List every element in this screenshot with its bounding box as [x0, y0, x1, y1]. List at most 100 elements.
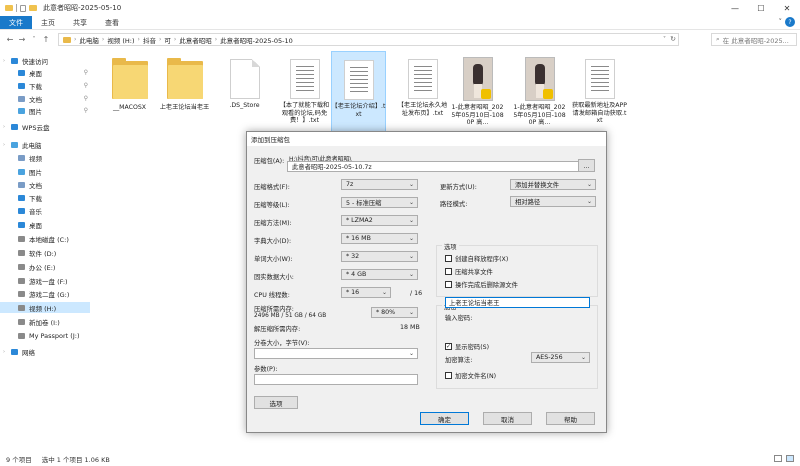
sidebar-item[interactable]: › 此电脑: [0, 139, 90, 150]
sidebar-item[interactable]: › 网络: [0, 346, 90, 357]
file-name: 1-此意者昭昭_2025年05月10日-1080P 高...: [451, 104, 504, 126]
show-password-checkbox[interactable]: ✓ 显示密码(S): [445, 342, 489, 351]
sidebar-item[interactable]: 桌面 ⚲: [0, 67, 90, 78]
sidebar-item[interactable]: 图片 ⚲: [0, 105, 90, 116]
file-item[interactable]: 上老王论坛当老王: [157, 51, 212, 133]
file-item[interactable]: .DS_Store: [217, 51, 272, 133]
cpu-threads-value: * 16: [346, 289, 360, 296]
archive-name-combo[interactable]: 此意者昭昭-2025-05-10.7z ⌄: [287, 161, 589, 172]
help-icon[interactable]: ?: [785, 17, 795, 27]
sidebar-item[interactable]: 办公 (E:): [0, 261, 90, 272]
chevron-right-icon[interactable]: ›: [3, 124, 11, 130]
chevron-down-icon[interactable]: ˅: [663, 36, 666, 43]
breadcrumb-item[interactable]: 此意者昭昭-2025-05-10: [220, 35, 293, 45]
sidebar-item[interactable]: 本地磁盘 (C:): [0, 233, 90, 244]
tab-home[interactable]: 主页: [32, 16, 64, 29]
format-select[interactable]: 7z ⌄: [341, 179, 418, 190]
options-button[interactable]: 选项: [254, 396, 298, 409]
params-input[interactable]: [254, 374, 418, 385]
sidebar-item[interactable]: 视频: [0, 152, 90, 163]
expand-ribbon-icon[interactable]: ˅: [779, 18, 783, 26]
breadcrumb-item[interactable]: 视频 (H:): [107, 35, 134, 45]
file-item[interactable]: 【本了就能下载和观看的论坛,码免费！】.txt: [277, 51, 332, 133]
level-label: 压缩等级(L):: [254, 202, 290, 209]
file-item[interactable]: 1-此意者昭昭_2025年05月10日-1080P 高...: [512, 51, 567, 133]
dictionary-select[interactable]: * 16 MB ⌄: [341, 233, 418, 244]
search-input[interactable]: ⌕ 在 此意者昭昭-2025...: [711, 33, 797, 46]
file-item[interactable]: __MACOSX: [102, 51, 157, 133]
sidebar-item[interactable]: My Passport (J:): [0, 330, 90, 341]
ok-button[interactable]: 确定: [420, 412, 469, 425]
chevron-right-icon[interactable]: ›: [3, 142, 11, 148]
sidebar-item[interactable]: 新加卷 (I:): [0, 316, 90, 327]
params-label: 参数(P):: [254, 366, 278, 373]
breadcrumb-item[interactable]: 可: [164, 35, 171, 45]
sidebar-item[interactable]: 图片: [0, 166, 90, 177]
sidebar-item[interactable]: 下载: [0, 192, 90, 203]
sidebar-item[interactable]: 文档 ⚲: [0, 93, 90, 104]
chevron-right-icon[interactable]: ›: [3, 349, 11, 355]
new-folder-icon[interactable]: [29, 5, 37, 11]
refresh-icon[interactable]: ↻: [670, 35, 676, 43]
sidebar-item[interactable]: 文档: [0, 179, 90, 190]
up-button[interactable]: ↑: [40, 35, 52, 44]
chevron-down-icon: ⌄: [408, 350, 414, 357]
sidebar-item-label: 办公 (E:): [29, 263, 56, 272]
file-item[interactable]: 【老王论坛永久地址发布页】.txt: [395, 51, 450, 133]
sidebar-item[interactable]: 游戏二盘 (G:): [0, 288, 90, 299]
sidebar-item[interactable]: 游戏一盘 (F:): [0, 275, 90, 286]
tab-share[interactable]: 共享: [64, 16, 96, 29]
encryption-method-select[interactable]: AES-256 ⌄: [531, 352, 590, 363]
add-to-archive-dialog: 添加到压缩包 压缩包(A): H:\抖音\可\此意者昭昭\ 此意者昭昭-2025…: [246, 131, 607, 433]
delete-after-checkbox[interactable]: 操作完成后删除源文件: [445, 280, 518, 289]
address-bar[interactable]: › 此电脑 › 视频 (H:) › 抖音 › 可 › 此意者昭昭 › 此意者昭昭…: [58, 33, 679, 46]
file-item[interactable]: 获取最新地址及APP请发邮箱自动获取.txt: [572, 51, 627, 133]
password-input[interactable]: 上老王论坛当老王: [445, 297, 590, 308]
word-size-select[interactable]: * 32 ⌄: [341, 251, 418, 262]
maximize-button[interactable]: ☐: [748, 0, 774, 16]
encrypt-names-checkbox[interactable]: 加密文件名(N): [445, 371, 496, 380]
breadcrumb-item[interactable]: 此电脑: [79, 35, 99, 45]
tab-file[interactable]: 文件: [0, 16, 32, 29]
properties-icon[interactable]: [20, 4, 26, 12]
cancel-button[interactable]: 取消: [483, 412, 532, 425]
back-button[interactable]: ←: [4, 35, 16, 44]
sidebar-item-label: 图片: [29, 107, 42, 116]
sidebar-item[interactable]: 视频 (H:): [0, 302, 90, 313]
music-icon: [18, 207, 25, 214]
minimize-button[interactable]: —: [722, 0, 748, 16]
drive-icon: [18, 249, 25, 256]
sidebar-item[interactable]: 音乐: [0, 205, 90, 216]
breadcrumb-item[interactable]: 抖音: [143, 35, 156, 45]
path-mode-select[interactable]: 相对路径 ⌄: [510, 196, 596, 207]
method-select[interactable]: * LZMA2 ⌄: [341, 215, 418, 226]
file-item[interactable]: 1-此意者昭昭_2025年05月10日-1080P 高...: [450, 51, 505, 133]
create-sfx-checkbox[interactable]: 创建自释放程序(X): [445, 254, 508, 263]
download-icon: [18, 82, 25, 89]
cpu-threads-select[interactable]: * 16 ⌄: [341, 287, 391, 298]
pin-icon: ⚲: [83, 95, 88, 102]
details-view-icon[interactable]: [774, 455, 782, 462]
level-select[interactable]: 5 - 标准压缩 ⌄: [341, 197, 418, 208]
compress-shared-checkbox[interactable]: 压缩共享文件: [445, 267, 493, 276]
recent-locations-button[interactable]: ˅: [28, 36, 40, 43]
file-item[interactable]: 【老王论坛介绍】.txt: [331, 51, 386, 133]
sidebar-item[interactable]: 桌面: [0, 219, 90, 230]
sidebar-item[interactable]: 软件 (D:): [0, 247, 90, 258]
chevron-right-icon[interactable]: ›: [3, 58, 11, 64]
password-label: 输入密码:: [445, 315, 473, 322]
breadcrumb-item[interactable]: 此意者昭昭: [179, 35, 212, 45]
forward-button[interactable]: →: [16, 35, 28, 44]
tab-view[interactable]: 查看: [96, 16, 128, 29]
sidebar-item[interactable]: › 快速访问: [0, 55, 90, 66]
solid-block-select[interactable]: * 4 GB ⌄: [341, 269, 418, 280]
split-size-select[interactable]: ⌄: [254, 348, 418, 359]
close-button[interactable]: ✕: [774, 0, 800, 16]
large-icons-view-icon[interactable]: [786, 455, 794, 462]
browse-button[interactable]: ...: [578, 159, 595, 172]
sidebar-item[interactable]: › WPS云盘: [0, 121, 90, 132]
update-mode-select[interactable]: 添加并替换文件 ⌄: [510, 179, 596, 190]
sidebar-item[interactable]: 下载 ⚲: [0, 80, 90, 91]
memory-usage-select[interactable]: * 80% ⌄: [371, 307, 418, 318]
help-button[interactable]: 帮助: [546, 412, 595, 425]
